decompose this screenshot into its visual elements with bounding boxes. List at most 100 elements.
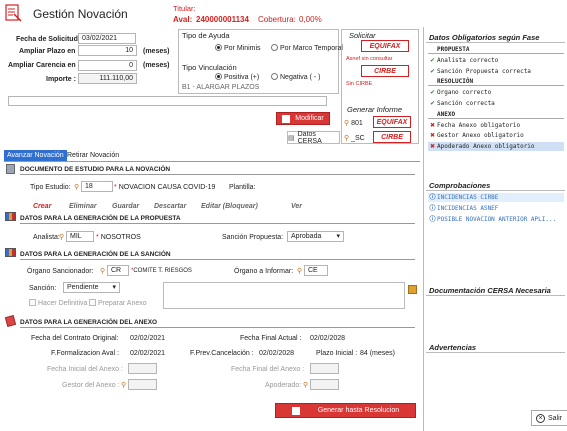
formalizacion-value: 02/02/2021 xyxy=(130,350,166,357)
gen-cirbe-code: ⚲ _SC xyxy=(344,135,365,142)
generar-equifax-button[interactable]: EQUIFAX xyxy=(373,116,411,128)
tipo-estudio-code-field[interactable]: 18 xyxy=(81,181,113,192)
solicitar-cirbe-button[interactable]: CIRBE xyxy=(361,65,409,77)
info-icon: ⓘ xyxy=(429,205,436,212)
fecha-final-label: Fecha Final Actual : xyxy=(240,335,302,342)
gestor-anexo-label: Gestor del Anexo : xyxy=(62,382,120,389)
modificar-button[interactable]: Modificar xyxy=(276,112,330,125)
books-icon xyxy=(5,248,16,257)
fecha-final-anexo-label: Fecha Final del Anexo : xyxy=(231,366,305,373)
document-icon xyxy=(6,164,15,174)
page-title: Gestión Novación xyxy=(33,7,128,21)
search-icon[interactable]: ⚲ xyxy=(344,135,349,142)
search-icon[interactable]: ⚲ xyxy=(100,267,105,275)
save-icon xyxy=(282,114,291,123)
check-icon: ✔ xyxy=(429,67,436,75)
importe-field: 111.110,00 xyxy=(78,73,137,84)
fecha-contrato-value: 02/02/2021 xyxy=(130,335,166,342)
plazo-inicial-label: Plazo Inicial : xyxy=(316,350,358,357)
fecha-contrato-label: Fecha del Contrato Original: xyxy=(31,335,119,342)
ver-link: Ver xyxy=(291,203,303,210)
search-icon[interactable]: ⚲ xyxy=(303,381,308,389)
requirement-row: ✔ Sanción Propuesta correcta xyxy=(429,67,531,75)
requirement-row: ✔ Organo correcto xyxy=(429,89,492,97)
ampliar-plazo-label: Ampliar Plazo en : xyxy=(19,48,80,55)
analista-code-field[interactable]: MIL xyxy=(66,231,94,242)
gen-equifax-code: ⚲ 801 xyxy=(344,120,363,127)
aval-value: 240000001134 xyxy=(196,15,249,24)
fecha-solicitud-field[interactable]: 03/02/2021 xyxy=(78,33,136,44)
tipo-vinculacion-title: Tipo Vinculación xyxy=(182,63,237,72)
ampliar-carencia-unit: (meses) xyxy=(143,62,170,69)
comprobacion-row[interactable]: ⓘ POSIBLE NOVACION ANTERIOR APLI... xyxy=(428,215,564,224)
solicitar-equifax-button[interactable]: EQUIFAX xyxy=(361,40,409,52)
solicitar-title: Solicitar xyxy=(349,31,376,40)
ayuda-marco-radio[interactable]: Por Marco Temporal xyxy=(271,44,343,52)
anexo-heading: DATOS PARA LA GENERACIÓN DEL ANEXO xyxy=(20,319,158,326)
sancion-label: Sanción: xyxy=(29,285,57,292)
ampliar-plazo-unit: (meses) xyxy=(143,48,170,55)
generar-cirbe-button[interactable]: CIRBE xyxy=(373,131,411,143)
salir-button[interactable]: × Salir xyxy=(531,410,567,426)
editar-bloquear-link: Editar (Bloquear) xyxy=(201,203,258,210)
pencil-icon xyxy=(4,315,17,327)
cobertura-label: Cobertura: xyxy=(258,15,296,24)
books-icon xyxy=(5,212,16,221)
organo-informar-field[interactable]: CE xyxy=(304,265,328,276)
advertencias-title: Advertencias xyxy=(429,343,477,352)
observaciones-field[interactable] xyxy=(8,96,327,106)
chevron-down-icon: ▾ xyxy=(336,233,340,240)
fecha-final-anexo-field xyxy=(310,363,339,374)
fecha-final-value: 02/02/2028 xyxy=(310,335,346,342)
organo-code-field[interactable]: CR xyxy=(107,265,129,276)
search-icon[interactable]: ⚲ xyxy=(74,183,79,191)
sancion-notes-area[interactable] xyxy=(163,282,405,309)
plazo-inicial-value: 84 (meses) xyxy=(360,350,396,357)
info-icon: ⓘ xyxy=(429,216,436,223)
ampliar-plazo-field[interactable]: 10 xyxy=(78,45,137,56)
sancion-select[interactable]: Pendiente ▾ xyxy=(63,282,120,293)
app-logo-icon xyxy=(5,4,22,22)
error-icon: ✖ xyxy=(429,121,436,129)
requirement-row: ✔ Sanción correcta xyxy=(429,100,495,107)
phase-heading: PROPUESTA xyxy=(428,45,564,54)
crear-link[interactable]: Crear xyxy=(33,203,51,210)
search-icon[interactable]: ⚲ xyxy=(344,120,349,127)
organo-name: *COMITE T. RIESGOS xyxy=(131,268,192,274)
aval-label: Aval: xyxy=(173,15,193,24)
apoderado-field xyxy=(310,379,339,390)
tab-avanzar-novacion[interactable]: Avanzar Novación xyxy=(4,150,67,161)
edit-icon[interactable] xyxy=(408,285,417,294)
doc-cersa-title: Documentación CERSA Necesaria xyxy=(429,286,551,295)
tipo-estudio-label: Tipo Estudio: xyxy=(30,184,71,191)
check-icon: ✔ xyxy=(429,56,436,64)
generar-resolucion-button[interactable]: Generar hasta Resolucion xyxy=(275,403,416,418)
analista-label: Analista: xyxy=(33,234,60,241)
ampliar-carencia-label: Ampliar Carencia en : xyxy=(8,62,80,69)
ayuda-minimis-radio[interactable]: Por Minimis xyxy=(215,44,261,52)
datos-cersa-button[interactable]: ▤ Datos CERSA xyxy=(287,131,340,145)
prev-cancel-value: 02/02/2028 xyxy=(259,350,295,357)
search-icon[interactable]: ⚲ xyxy=(297,267,302,275)
cobertura-value: 0,00% xyxy=(299,15,322,24)
close-icon: × xyxy=(536,413,545,423)
ampliar-carencia-field[interactable]: 0 xyxy=(78,60,137,71)
organo-informar-label: Órgano a Informar: xyxy=(234,268,294,275)
search-icon[interactable]: ⚲ xyxy=(121,381,126,389)
vinc-positiva-radio[interactable]: Positiva (+) xyxy=(215,73,259,81)
descartar-link: Descartar xyxy=(154,203,187,210)
formalizacion-label: F.Formalizacion Aval : xyxy=(51,350,119,357)
datos-obligatorios-title: Datos Obligatorios según Fase xyxy=(429,33,540,42)
equifax-note: Asnef sin consultar xyxy=(346,56,393,62)
sancion-propuesta-select[interactable]: Aprobada ▾ xyxy=(287,231,344,242)
search-icon[interactable]: ⚲ xyxy=(59,233,64,241)
info-icon: ⓘ xyxy=(429,194,436,201)
comprobacion-row[interactable]: ⓘ INCIDENCIAS ASNEF xyxy=(428,204,564,213)
comprobacion-row[interactable]: ⓘ INCIDENCIAS CIRBE xyxy=(428,193,564,202)
vinc-negativa-radio[interactable]: Negativa ( - ) xyxy=(271,73,320,81)
tab-retirar-novacion[interactable]: Retirar Novación xyxy=(64,150,122,161)
sancion-propuesta-label: Sanción Propuesta: xyxy=(222,234,284,241)
generar-informe-title: Generar Informe xyxy=(347,105,403,114)
error-icon: ✖ xyxy=(429,143,436,151)
apoderado-label: Apoderado: xyxy=(265,382,302,389)
